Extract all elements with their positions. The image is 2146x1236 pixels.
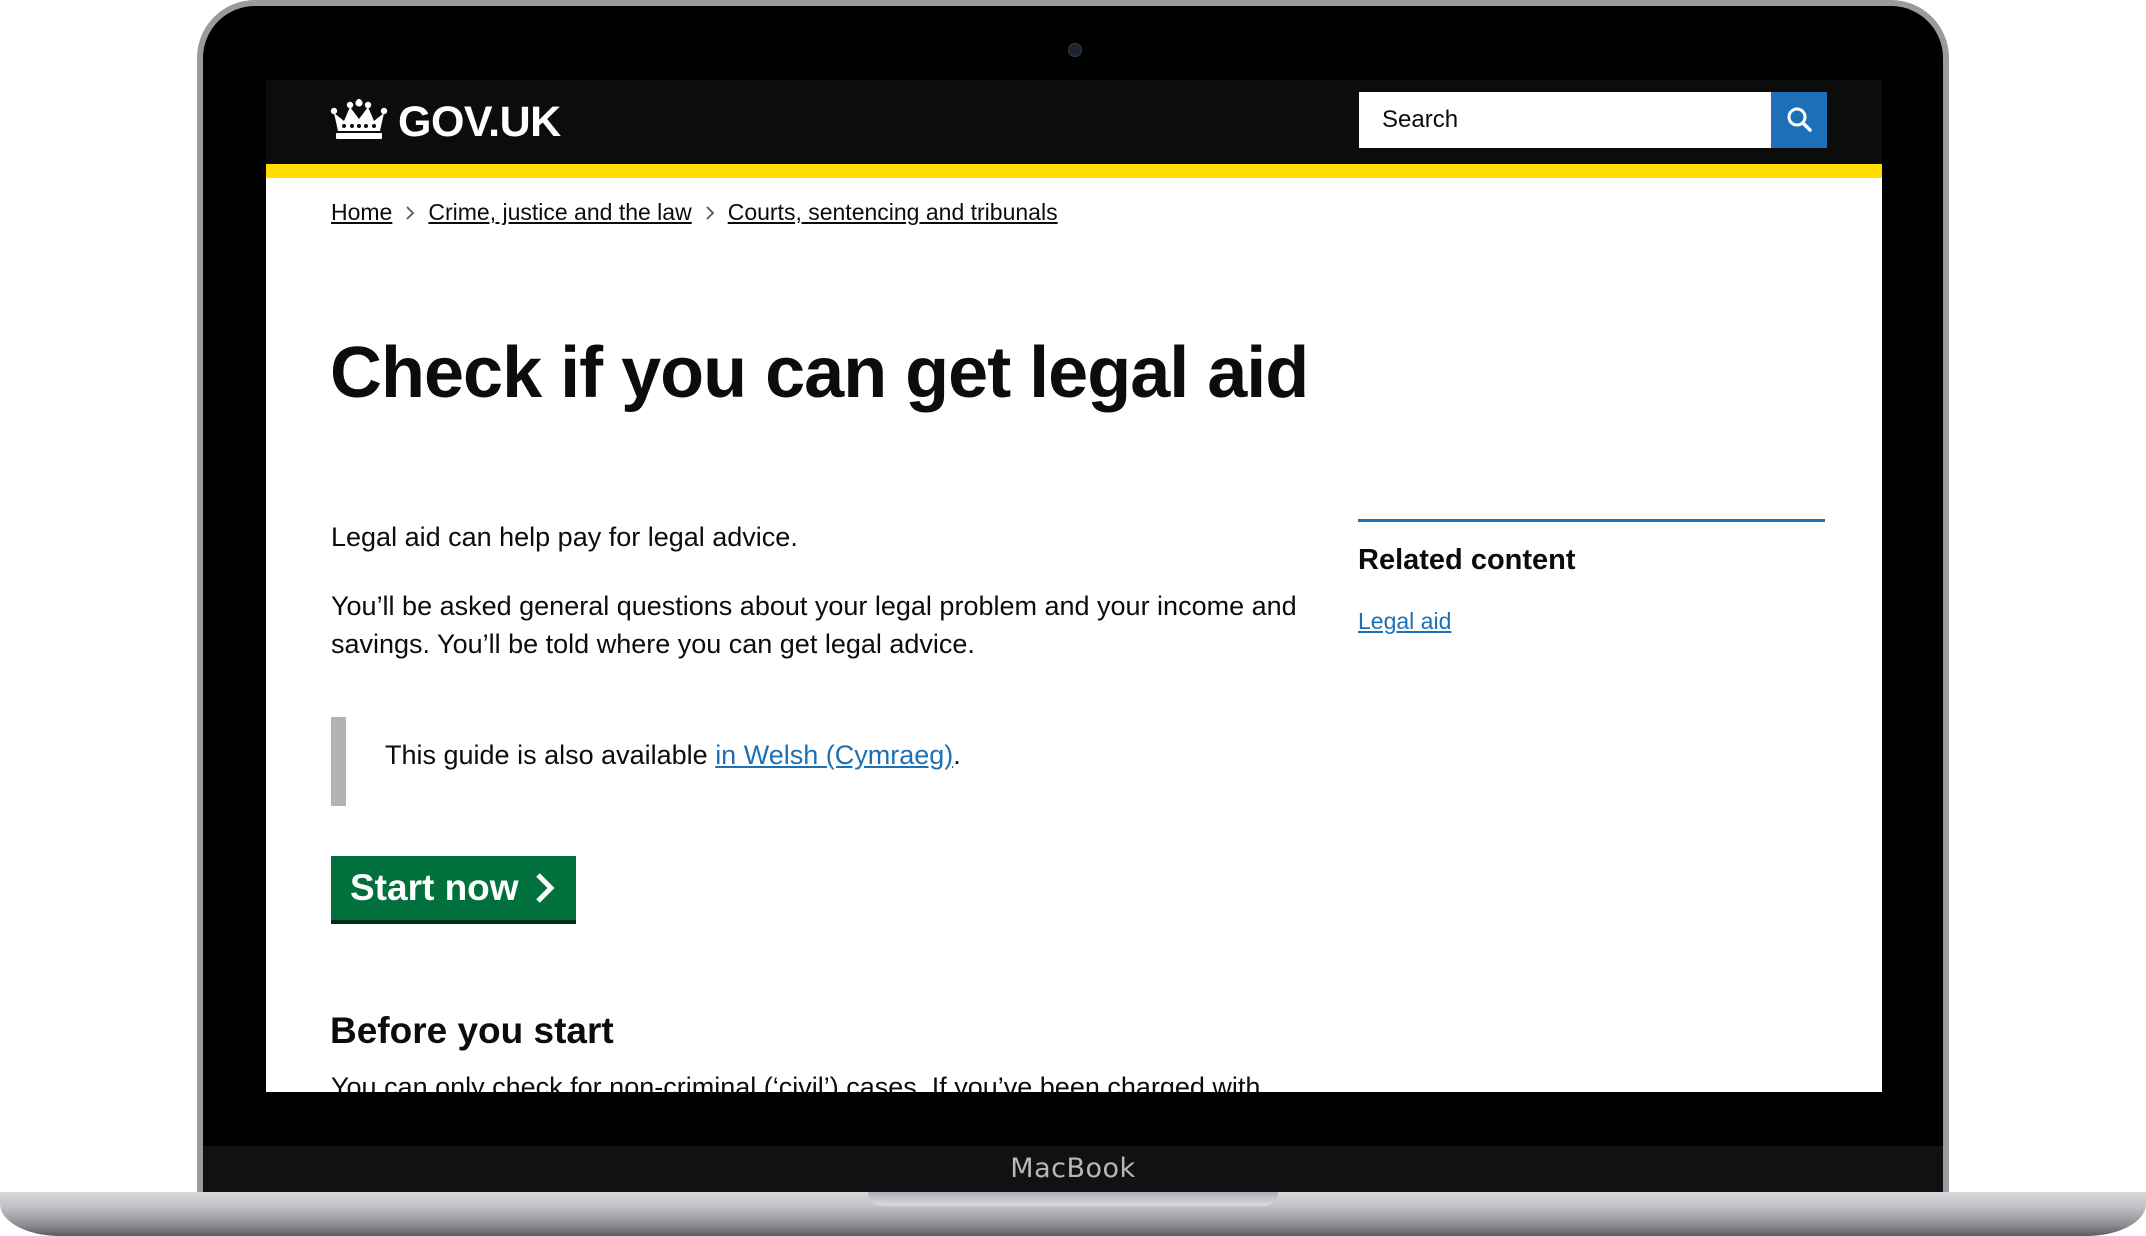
- chevron-right-icon: [535, 873, 555, 903]
- description-paragraph: You’ll be asked general questions about …: [331, 591, 1297, 659]
- header-accent-bar: [266, 164, 1882, 178]
- start-now-label: Start now: [350, 867, 519, 908]
- page-title: Check if you can get legal aid: [330, 333, 1309, 413]
- welsh-link[interactable]: in Welsh (Cymraeg): [715, 740, 953, 770]
- inset-text: This guide is also available in Welsh (C…: [385, 740, 961, 771]
- chevron-right-icon: [705, 205, 715, 221]
- before-you-start-text: You can only check for non-criminal (‘ci…: [331, 1072, 1261, 1092]
- breadcrumb-crime-justice-law[interactable]: Crime, justice and the law: [428, 199, 691, 226]
- device-label: MacBook: [1010, 1153, 1136, 1184]
- search-form: [1359, 92, 1827, 148]
- search-icon: [1785, 105, 1813, 136]
- related-content-heading: Related content: [1358, 544, 1576, 576]
- related-link-legal-aid[interactable]: Legal aid: [1358, 608, 1451, 635]
- laptop-notch: [868, 1192, 1278, 1206]
- site-header: GOV.UK: [266, 80, 1882, 164]
- start-now-button[interactable]: Start now: [331, 856, 576, 920]
- govuk-logo-text: GOV.UK: [398, 97, 561, 146]
- search-input[interactable]: [1359, 92, 1771, 148]
- browser-viewport: GOV.UK Home Crime, justice and the law C…: [266, 80, 1882, 1092]
- breadcrumb: Home Crime, justice and the law Courts, …: [331, 199, 1058, 226]
- breadcrumb-courts-sentencing[interactable]: Courts, sentencing and tribunals: [728, 199, 1058, 226]
- intro-paragraph: Legal aid can help pay for legal advice.: [331, 522, 798, 552]
- inset-text-after: .: [953, 740, 961, 770]
- camera-icon: [1068, 43, 1082, 57]
- welsh-inset: This guide is also available in Welsh (C…: [331, 717, 1291, 806]
- related-content: Related content Legal aid: [1358, 519, 1825, 634]
- inset-text-before: This guide is also available: [385, 740, 716, 770]
- breadcrumb-home[interactable]: Home: [331, 199, 392, 226]
- chevron-right-icon: [405, 205, 415, 221]
- search-button[interactable]: [1771, 92, 1827, 148]
- govuk-logo-link[interactable]: GOV.UK: [330, 94, 561, 150]
- before-you-start-heading: Before you start: [330, 1010, 614, 1051]
- crown-icon: [330, 97, 388, 146]
